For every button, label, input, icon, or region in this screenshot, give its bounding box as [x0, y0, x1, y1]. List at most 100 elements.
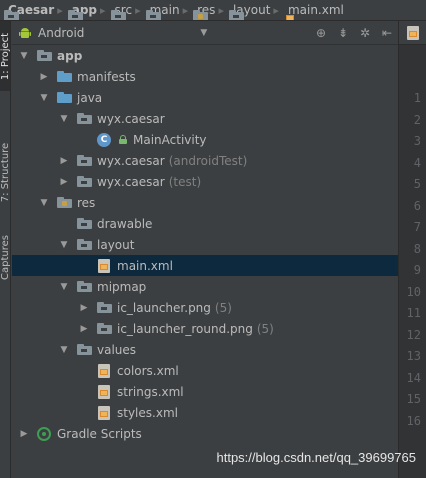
- collapse-all-icon[interactable]: ⇟: [332, 22, 354, 44]
- tree-item-label: res: [77, 195, 96, 210]
- tree-item-label: MainActivity: [133, 132, 207, 147]
- collapsed-arrow-icon[interactable]: ▶: [78, 323, 90, 335]
- tree-item-app[interactable]: ▼ app: [12, 45, 398, 66]
- xml-file-icon: [98, 258, 110, 273]
- tree-item-label: wyx.caesar: [97, 111, 165, 126]
- breadcrumb-item-layout[interactable]: layout: [225, 0, 272, 20]
- xml-file-icon: [406, 25, 419, 40]
- tree-item-label: Gradle Scripts: [57, 426, 142, 441]
- tab-captures-label: Captures: [0, 234, 11, 280]
- package-icon: [76, 113, 92, 124]
- tree-item-gradle-scripts[interactable]: ▶ Gradle Scripts: [12, 423, 398, 444]
- tree-item-label: drawable: [97, 216, 153, 231]
- project-view-label: Android: [38, 25, 85, 40]
- line-number: 4: [413, 155, 421, 170]
- tree-item-ic-launcher-round-png[interactable]: ▶ ic_launcher_round.png (5): [12, 318, 398, 339]
- tab-captures[interactable]: Captures: [0, 226, 11, 288]
- tree-item-mipmap[interactable]: ▼ mipmap: [12, 276, 398, 297]
- expanded-arrow-icon[interactable]: ▼: [18, 50, 30, 62]
- tree-item-wyx-caesar[interactable]: ▶ wyx.caesar (test): [12, 171, 398, 192]
- tab-structure-label: 7: Structure: [0, 142, 11, 202]
- tree-item-suffix: (test): [168, 174, 202, 189]
- tree-item-label: values: [97, 342, 137, 357]
- chevron-down-icon: ▼: [200, 27, 208, 38]
- tree-item-res[interactable]: ▼ res: [12, 192, 398, 213]
- tree-item-mainactivity[interactable]: ▶CMainActivity: [12, 129, 398, 150]
- collapsed-arrow-icon[interactable]: ▶: [58, 176, 70, 188]
- editor-area: 1 2 3 4 5 6 7 8 9 10 11 12 13 14 15 16: [398, 21, 426, 478]
- tab-structure[interactable]: 7: Structure: [0, 131, 11, 213]
- project-panel-toolbar: Android ▼ ⊕ ⇟ ✲ ⇤: [12, 21, 398, 45]
- source-folder-icon: [56, 71, 72, 82]
- line-number: 9: [413, 263, 421, 277]
- breadcrumb-separator-icon: ▸: [218, 3, 224, 17]
- tree-item-main-xml[interactable]: ▶main.xml: [12, 255, 398, 276]
- tree-item-suffix: (androidTest): [168, 153, 248, 168]
- tree-item-label: java: [77, 90, 103, 105]
- expanded-arrow-icon[interactable]: ▼: [58, 281, 70, 293]
- tree-item-java[interactable]: ▼ java: [12, 87, 398, 108]
- line-number: 3: [413, 134, 421, 148]
- tree-item-wyx-caesar[interactable]: ▼ wyx.caesar: [12, 108, 398, 129]
- tree-item-values[interactable]: ▼ values: [12, 339, 398, 360]
- tree-item-drawable[interactable]: ▶drawable: [12, 213, 398, 234]
- line-number: 6: [413, 198, 421, 213]
- collapsed-arrow-icon[interactable]: ▶: [58, 155, 70, 167]
- breadcrumb-item-main-xml[interactable]: main.xml: [280, 0, 346, 20]
- tree-item-label: manifests: [77, 69, 136, 84]
- line-number: 1: [413, 91, 421, 105]
- tree-item-manifests[interactable]: ▶ manifests: [12, 66, 398, 87]
- gradle-icon: [37, 426, 51, 441]
- project-view-dropdown[interactable]: Android ▼: [12, 22, 213, 44]
- tree-item-label: ic_launcher.png: [117, 300, 211, 315]
- tree-item-label: wyx.caesar: [97, 153, 165, 168]
- tree-item-colors-xml[interactable]: ▶colors.xml: [12, 360, 398, 381]
- project-panel: Android ▼ ⊕ ⇟ ✲ ⇤ ▼ app ▶ manifests ▼ java ▼ wy…: [12, 21, 398, 478]
- tool-window-strip: 1: Project 7: Structure Captures: [0, 21, 11, 478]
- expanded-arrow-icon[interactable]: ▼: [38, 92, 50, 104]
- folder-icon: [76, 281, 92, 292]
- tree-item-label: ic_launcher_round.png: [117, 321, 253, 336]
- breadcrumb-item-caesar[interactable]: Caesar: [0, 0, 56, 20]
- xml-file-icon: [98, 363, 110, 378]
- tree-item-suffix: (5): [256, 321, 274, 336]
- tree-item-styles-xml[interactable]: ▶styles.xml: [12, 402, 398, 423]
- tree-item-label: strings.xml: [117, 384, 184, 399]
- breadcrumb-separator-icon: ▸: [135, 3, 141, 17]
- tree-item-ic-launcher-png[interactable]: ▶ ic_launcher.png (5): [12, 297, 398, 318]
- xml-file-icon: [98, 405, 110, 420]
- tree-item-label: styles.xml: [117, 405, 178, 420]
- line-number: 10: [406, 284, 421, 299]
- collapsed-arrow-icon[interactable]: ▶: [38, 71, 50, 83]
- expanded-arrow-icon[interactable]: ▼: [58, 239, 70, 251]
- breadcrumb-item-app[interactable]: app: [64, 0, 99, 20]
- android-icon: [19, 27, 31, 38]
- expanded-arrow-icon[interactable]: ▼: [58, 113, 70, 125]
- xml-file-icon: [98, 384, 110, 399]
- tree-item-suffix: (5): [214, 300, 232, 315]
- tree-item-wyx-caesar[interactable]: ▶ wyx.caesar (androidTest): [12, 150, 398, 171]
- breadcrumb-item-src[interactable]: src: [107, 0, 135, 20]
- source-folder-icon: [56, 92, 72, 103]
- tree-item-strings-xml[interactable]: ▶strings.xml: [12, 381, 398, 402]
- breadcrumb-separator-icon: ▸: [100, 3, 106, 17]
- folder-icon: [96, 302, 112, 313]
- tab-project[interactable]: 1: Project: [0, 21, 10, 91]
- locate-icon[interactable]: ⊕: [310, 22, 332, 44]
- collapsed-arrow-icon[interactable]: ▶: [18, 428, 30, 440]
- tree-item-label: layout: [97, 237, 135, 252]
- editor-tab-main-xml[interactable]: [399, 21, 426, 45]
- collapsed-arrow-icon[interactable]: ▶: [78, 302, 90, 314]
- settings-icon[interactable]: ✲: [354, 22, 376, 44]
- breadcrumb-item-res[interactable]: res: [189, 0, 217, 20]
- expanded-arrow-icon[interactable]: ▼: [58, 344, 70, 356]
- package-icon: [76, 155, 92, 166]
- folder-icon: [76, 344, 92, 355]
- expanded-arrow-icon[interactable]: ▼: [38, 197, 50, 209]
- breadcrumb-item-main[interactable]: main: [142, 0, 182, 20]
- line-number: 7: [413, 220, 421, 234]
- class-icon: C: [97, 132, 111, 147]
- hide-icon[interactable]: ⇤: [376, 22, 398, 44]
- line-number: 15: [406, 392, 421, 406]
- tree-item-layout[interactable]: ▼ layout: [12, 234, 398, 255]
